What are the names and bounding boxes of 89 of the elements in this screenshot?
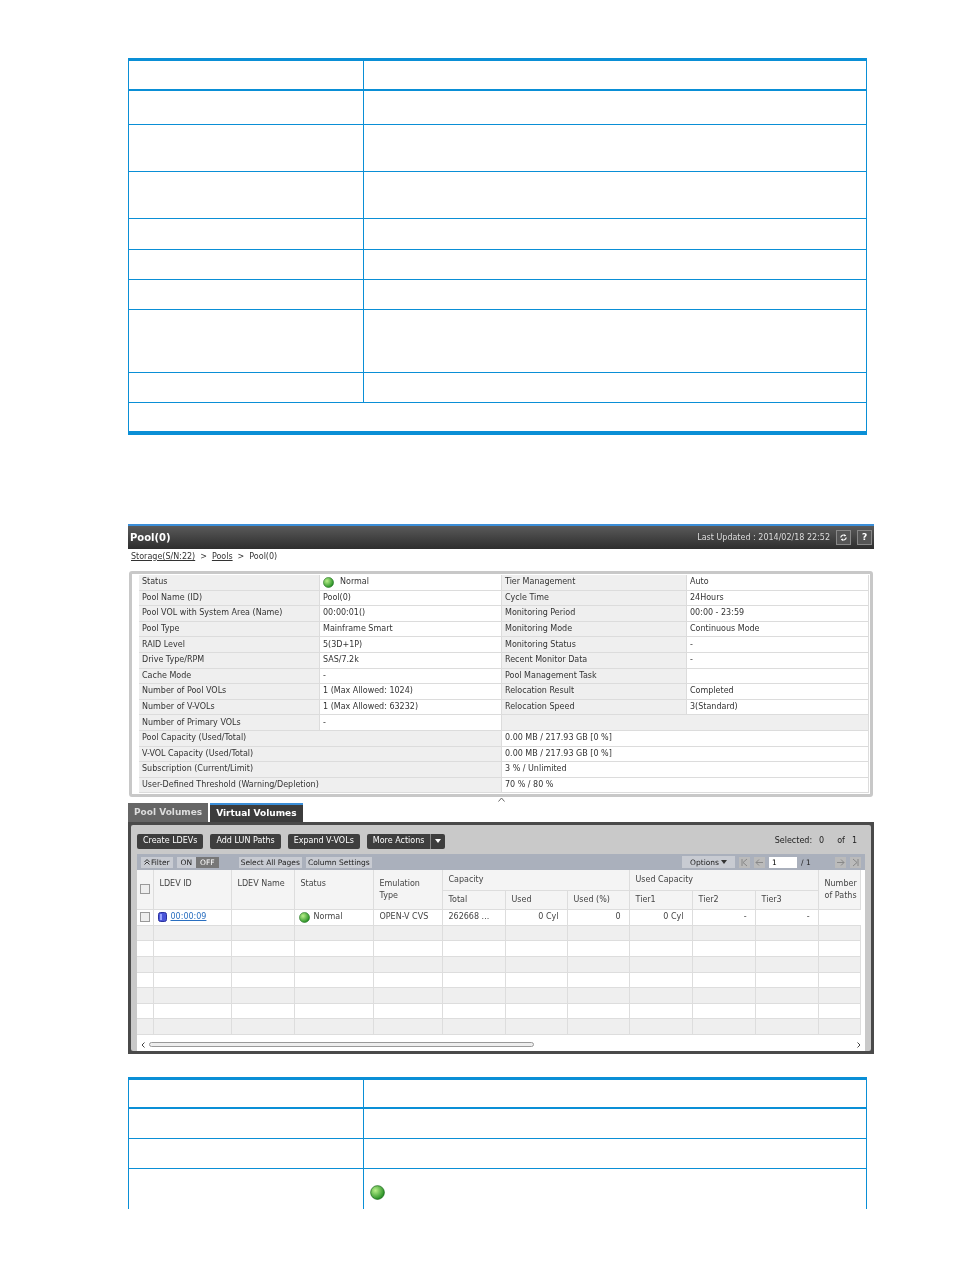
property-value: Mainframe Smart (320, 621, 502, 638)
property-value: - (320, 668, 502, 685)
help-button[interactable]: ? (857, 530, 872, 545)
caret-icon (435, 839, 442, 844)
status-icon (298, 911, 310, 923)
property-value: Auto (687, 575, 869, 591)
property-label: Pool VOL with System Area (Name) (139, 606, 320, 622)
property-value: 70 % / 80 % (502, 777, 869, 794)
table-cell: OPEN-V CVS (379, 912, 429, 922)
table-cell: 0 (615, 912, 621, 922)
scroll-right-icon[interactable] (857, 1042, 861, 1049)
table-cell: - (743, 912, 747, 922)
selected-label: Selected: (774, 835, 813, 848)
column-header: Used (%) (573, 894, 610, 904)
property-value: 00:00 - 23:59 (687, 606, 869, 622)
tab[interactable]: Virtual Volumes (210, 803, 303, 823)
refresh-icon (839, 533, 848, 542)
total-count: 1 (851, 835, 857, 848)
table-cell: Normal (313, 911, 343, 924)
property-value: 1 (Max Allowed: 63232) (320, 699, 502, 716)
breadcrumb-current: Pool(0) (249, 551, 278, 563)
table-cell: - (806, 912, 810, 922)
property-value: 3 % / Unlimited (502, 762, 869, 778)
refresh-button[interactable] (836, 530, 851, 545)
property-value: SAS/7.2k (320, 652, 502, 669)
table-cell: 262668 ... (448, 912, 490, 922)
breadcrumb-link[interactable]: Pools (211, 551, 233, 563)
property-label: Relocation Result (502, 684, 687, 700)
row-checkbox[interactable] (139, 911, 150, 922)
column-header: Used Capacity (635, 875, 694, 885)
column-header: Capacity (448, 875, 484, 885)
column-header: Number of Paths (824, 878, 857, 903)
ldev-id-link[interactable]: 00:00:09 (170, 911, 207, 924)
tab[interactable]: Pool Volumes (128, 803, 209, 823)
property-value: - (687, 637, 869, 653)
column-header: LDEV Name (237, 878, 285, 891)
property-label: Subscription (Current/Limit) (139, 762, 502, 778)
table-cell: 0 Cyl (663, 912, 684, 922)
column-header: Emulation Type (379, 878, 421, 903)
property-value: 5(3D+1P) (320, 637, 502, 653)
column-header: Tier2 (698, 894, 719, 904)
status-icon (323, 576, 334, 588)
select-all-checkbox[interactable] (139, 884, 150, 895)
property-label: RAID Level (139, 637, 320, 653)
column-header: Status (300, 878, 326, 891)
breadcrumb-link[interactable]: Storage(S/N:22) (131, 551, 196, 563)
status-icon (370, 1185, 385, 1201)
property-value: - (320, 715, 502, 731)
collapse-icon[interactable] (497, 797, 505, 803)
last-updated: Last Updated : 2014/02/18 22:52 (697, 531, 830, 544)
scroll-left-icon[interactable] (141, 1042, 145, 1049)
window-title: Pool(0) (130, 531, 172, 545)
action-button[interactable]: Expand V-VOLs (287, 833, 360, 849)
property-value: 1 (Max Allowed: 1024) (320, 684, 502, 700)
property-label: Tier Management (502, 575, 687, 591)
action-button[interactable]: Add LUN Paths (210, 833, 281, 849)
chevron-up-icon (144, 859, 150, 866)
column-header: Tier1 (635, 894, 656, 904)
column-header: Total (448, 894, 468, 904)
property-value: 0.00 MB / 217.93 GB [0 %] (502, 730, 869, 747)
property-label: Number of Primary VOLs (139, 715, 320, 731)
column-header: LDEV ID (159, 878, 192, 891)
property-value: 00:00:01() (320, 606, 502, 622)
column-header: Tier3 (761, 894, 782, 904)
column-header: Used (511, 894, 532, 904)
property-value: Pool(0) (320, 590, 502, 607)
property-value: 24Hours (687, 590, 869, 607)
more-actions-button[interactable]: More Actions (366, 833, 446, 849)
property-value: Continuous Mode (687, 621, 869, 638)
property-label: Number of Pool VOLs (139, 684, 320, 700)
property-value: Normal (320, 575, 502, 591)
property-value: Completed (687, 684, 869, 700)
breadcrumb-separator: > (200, 551, 207, 563)
property-label: Status (139, 575, 320, 591)
breadcrumb-separator: > (237, 551, 245, 563)
last-page-icon[interactable] (850, 856, 861, 868)
of-label: of (837, 835, 845, 848)
first-page-icon[interactable] (739, 856, 750, 868)
selected-count: 0 (819, 835, 825, 848)
next-page-icon[interactable] (835, 856, 846, 868)
previous-page-icon[interactable] (754, 856, 765, 868)
volume-icon (157, 912, 167, 923)
table-cell: 0 Cyl (538, 912, 559, 922)
caret-icon (721, 860, 727, 865)
action-button[interactable]: Create LDEVs (137, 833, 204, 849)
property-label: Monitoring Status (502, 637, 687, 653)
property-value: 0.00 MB / 217.93 GB [0 %] (502, 746, 869, 763)
property-value: - (687, 652, 869, 669)
property-label: Monitoring Period (502, 606, 687, 622)
